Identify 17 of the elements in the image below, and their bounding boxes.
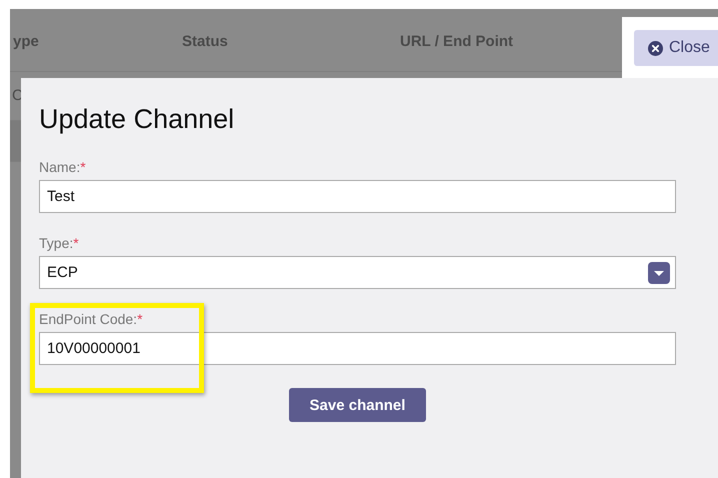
required-mark: * (137, 311, 143, 327)
column-header: ype (13, 33, 39, 50)
dropdown-field[interactable]: ECP (39, 256, 676, 289)
close-button[interactable]: Close (634, 30, 718, 66)
dialog-title: Update Channel (39, 104, 236, 135)
input-field[interactable]: Test (39, 180, 676, 213)
field-label: Name: (39, 159, 80, 175)
required-mark: * (73, 235, 79, 251)
column-header: Status (182, 33, 228, 50)
close-icon (648, 40, 663, 56)
column-header: URL / End Point (400, 33, 514, 50)
field-label: Type: (39, 235, 74, 251)
input-field[interactable]: 10V00000001 (39, 332, 676, 365)
save-button[interactable]: Save channel (289, 388, 426, 422)
caret-icon (648, 262, 670, 284)
field-label: EndPoint Code: (39, 311, 138, 327)
required-mark: * (80, 159, 86, 175)
